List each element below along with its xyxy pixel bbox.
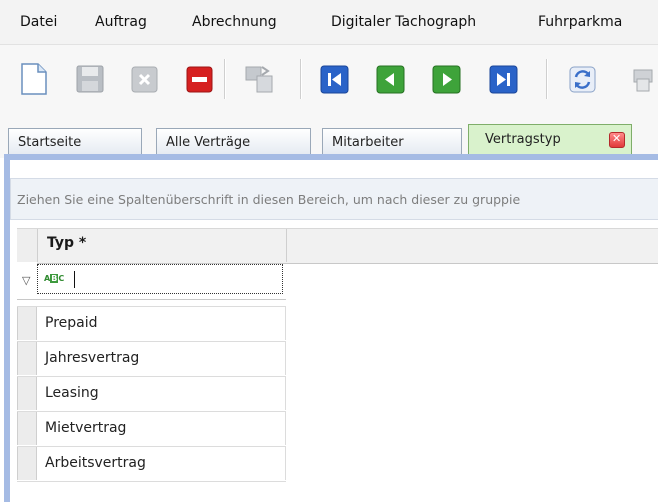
cell-typ[interactable]: Mietvertrag: [38, 412, 286, 445]
tab-label: Vertragstyp: [485, 132, 561, 147]
toolbar: [0, 45, 658, 120]
table-row[interactable]: Jahresvertrag: [17, 342, 286, 377]
filter-separator: [17, 299, 286, 300]
last-record-button[interactable]: [487, 62, 521, 96]
save-button[interactable]: [73, 62, 107, 96]
row-indicator[interactable]: [17, 342, 37, 375]
row-indicator[interactable]: [17, 307, 37, 340]
save-icon: [76, 65, 104, 93]
close-icon[interactable]: [609, 132, 625, 148]
row-indicator[interactable]: [17, 447, 37, 480]
first-record-icon: [320, 65, 349, 94]
delete-button[interactable]: [183, 62, 217, 96]
new-button[interactable]: [16, 62, 50, 96]
table-row[interactable]: Arbeitsvertrag: [17, 447, 286, 482]
filter-input[interactable]: ABC: [37, 264, 283, 294]
tab-label: Alle Verträge: [166, 135, 251, 150]
filter-icon[interactable]: ▽: [22, 274, 30, 287]
toolbar-separator: [224, 59, 226, 99]
group-by-hint: Ziehen Sie eine Spaltenüberschrift in di…: [17, 192, 521, 207]
copy-button[interactable]: [242, 62, 276, 96]
delete-icon: [186, 66, 213, 93]
row-indicator[interactable]: [17, 377, 37, 410]
cell-typ[interactable]: Arbeitsvertrag: [38, 447, 286, 480]
tab-startseite[interactable]: Startseite: [8, 128, 142, 154]
column-header-typ[interactable]: Typ *: [38, 229, 287, 262]
cell-typ[interactable]: Jahresvertrag: [38, 342, 286, 375]
menu-fuhrparkmanagement[interactable]: Fuhrparkma: [538, 14, 622, 30]
previous-record-button[interactable]: [374, 62, 408, 96]
cancel-icon: [131, 66, 158, 93]
table-row[interactable]: Mietvertrag: [17, 412, 286, 447]
copy-icon: [245, 66, 273, 93]
next-record-icon: [432, 65, 461, 94]
text-caret: [74, 271, 75, 288]
cell-text: Leasing: [45, 385, 99, 401]
filter-row-indicator: ▽: [17, 262, 37, 296]
toolbar-separator: [546, 59, 548, 99]
cancel-button[interactable]: [128, 62, 162, 96]
grid-rows: Prepaid Jahresvertrag Leasing Mietvertra…: [17, 306, 286, 482]
tab-mitarbeiter[interactable]: Mitarbeiter: [322, 128, 462, 154]
first-record-button[interactable]: [318, 62, 352, 96]
print-button[interactable]: [626, 62, 658, 96]
group-by-panel[interactable]: Ziehen Sie eine Spaltenüberschrift in di…: [10, 178, 658, 220]
grid-header: Typ *: [17, 228, 658, 264]
table-row[interactable]: Leasing: [17, 377, 286, 412]
menu-auftrag[interactable]: Auftrag: [95, 14, 147, 30]
refresh-button[interactable]: [566, 62, 600, 96]
table-row[interactable]: Prepaid: [17, 306, 286, 342]
cell-text: Jahresvertrag: [45, 350, 140, 366]
menu-bar: Datei Auftrag Abrechnung Digitaler Tacho…: [0, 0, 658, 45]
cell-text: Arbeitsvertrag: [45, 455, 146, 471]
new-document-icon: [21, 63, 47, 95]
toolbar-separator: [300, 59, 302, 99]
tab-alle-vertraege[interactable]: Alle Verträge: [156, 128, 311, 154]
cell-typ[interactable]: Leasing: [38, 377, 286, 410]
previous-record-icon: [376, 65, 405, 94]
cell-typ[interactable]: Prepaid: [38, 307, 286, 340]
filter-row: ▽ ABC: [17, 262, 286, 296]
column-header-label: Typ *: [47, 235, 87, 251]
tab-label: Startseite: [18, 135, 82, 150]
refresh-icon: [569, 66, 596, 93]
menu-abrechnung[interactable]: Abrechnung: [192, 14, 277, 30]
header-row-indicator: [17, 229, 38, 262]
print-icon: [633, 69, 653, 92]
text-filter-icon[interactable]: ABC: [44, 274, 64, 283]
next-record-button[interactable]: [430, 62, 464, 96]
menu-digitaler-tachograph[interactable]: Digitaler Tachograph: [331, 14, 476, 30]
tab-label: Mitarbeiter: [332, 135, 404, 150]
cell-text: Mietvertrag: [45, 420, 127, 436]
tab-vertragstyp[interactable]: Vertragstyp: [468, 124, 632, 155]
last-record-icon: [489, 65, 518, 94]
cell-text: Prepaid: [45, 315, 98, 331]
menu-datei[interactable]: Datei: [20, 14, 57, 30]
row-indicator[interactable]: [17, 412, 37, 445]
